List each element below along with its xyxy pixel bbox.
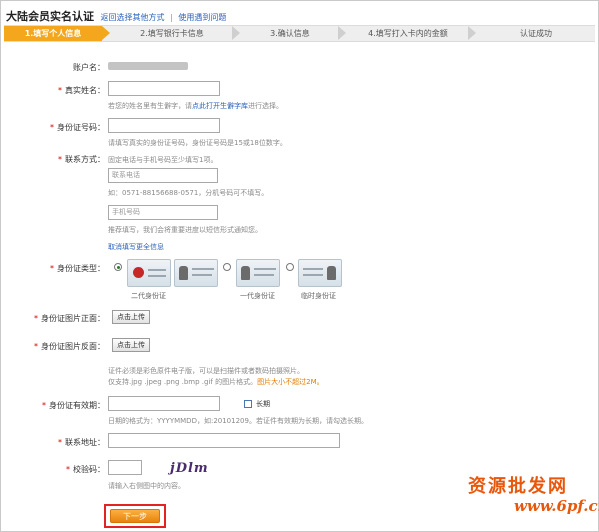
cancel-full-info-link[interactable]: 取消填写更全信息 [108, 242, 164, 252]
required-mark: * [66, 465, 70, 474]
step-3: 3.确认信息 [270, 29, 310, 38]
id-type-label-text: 身份证类型： [57, 264, 105, 273]
step-1-arrow [102, 26, 110, 40]
card-text-line [192, 274, 212, 276]
account-name-masked [108, 62, 188, 70]
id-type-radio-first-gen[interactable] [223, 263, 231, 271]
mobile-input[interactable]: 手机号码 [108, 205, 218, 220]
phone-hint: 如：0571-88156688-0571，分机号码可不填写。 [108, 189, 269, 197]
next-button[interactable]: 下一步 [110, 509, 160, 523]
portrait-icon [241, 266, 250, 280]
id-back-label-text: 身份证图片反面： [41, 342, 105, 351]
address-label: * 联系地址： [20, 437, 105, 448]
captcha-label: * 校验码： [20, 464, 105, 475]
header-separator: | [170, 13, 173, 22]
required-mark: * [34, 314, 38, 323]
upload-hint-line-2: 仅支持.jpg .jpeg .png .bmp .gif 的图片格式。图片大小不… [108, 377, 324, 387]
address-input[interactable] [108, 433, 340, 448]
id-number-input[interactable] [108, 118, 220, 133]
long-term-checkbox[interactable] [244, 400, 252, 408]
card-text-line [254, 268, 276, 270]
watermark-text: 资源批发网 [468, 476, 568, 497]
long-term-label: 长期 [256, 400, 270, 408]
step-1: 1.填写个人信息 [4, 26, 102, 41]
real-name-hint-prefix: 若您的姓名里有生僻字，请 [108, 102, 192, 110]
upload-back-button[interactable]: 点击上传 [112, 338, 150, 352]
account-label: 账户名： [20, 62, 105, 73]
portrait-icon [327, 266, 336, 280]
first-gen-caption: 一代身份证 [240, 292, 275, 300]
upload-hint-line-1: 证件必须是彩色原件电子版，可以是扫描件或者数码拍摄照片。 [108, 367, 304, 375]
step-2: 2.填写银行卡信息 [140, 29, 204, 38]
phone-input[interactable]: 联系电话 [108, 168, 218, 183]
real-name-hint-suffix: 进行选择。 [248, 102, 283, 110]
card-text-line [303, 274, 323, 276]
progress-steps: 1.填写个人信息 2.填写银行卡信息 3.确认信息 4.填写打入卡内的金额 认证… [4, 25, 595, 42]
second-gen-id-back-image [127, 259, 171, 287]
real-name-input[interactable] [108, 81, 220, 96]
step-4-arrow [468, 26, 476, 40]
temporary-caption: 临时身份证 [301, 292, 336, 300]
captcha-image[interactable]: jDlm [170, 461, 210, 477]
upload-size-warning: 图片大小不超过2M。 [257, 378, 324, 386]
captcha-label-text: 校验码： [73, 465, 105, 474]
step-4: 4.填写打入卡内的金额 [368, 29, 448, 38]
required-mark: * [58, 438, 62, 447]
real-name-label: * 真实姓名： [20, 85, 105, 96]
second-gen-id-front-image [174, 259, 218, 287]
card-text-line [148, 275, 166, 277]
required-mark: * [58, 155, 62, 164]
page-header: 大陆会员实名认证 返回选择其他方式 | 使用遇到问题 [6, 8, 226, 23]
real-name-label-text: 真实姓名： [65, 86, 105, 95]
address-label-text: 联系地址： [65, 438, 105, 447]
validity-hint: 日期的格式为：YYYYMMDD，如:20101209。若证件有效期为长期，请勾选… [108, 417, 368, 425]
account-label-text: 账户名： [73, 63, 105, 72]
required-mark: * [42, 401, 46, 410]
id-front-label-text: 身份证图片正面： [41, 314, 105, 323]
id-front-label: * 身份证图片正面： [10, 313, 105, 324]
contact-label: * 联系方式： [20, 154, 105, 165]
help-link[interactable]: 使用遇到问题 [178, 13, 226, 22]
contact-label-text: 联系方式： [65, 155, 105, 164]
required-mark: * [58, 86, 62, 95]
step-5: 认证成功 [520, 29, 552, 38]
back-link[interactable]: 返回选择其他方式 [101, 13, 165, 22]
required-mark: * [34, 342, 38, 351]
id-type-radio-second-gen[interactable] [114, 263, 122, 271]
portrait-icon [179, 266, 188, 280]
page-title: 大陆会员实名认证 [6, 10, 94, 23]
second-gen-caption: 二代身份证 [131, 292, 166, 300]
temporary-id-image [298, 259, 342, 287]
upload-front-button[interactable]: 点击上传 [112, 310, 150, 324]
step-3-arrow [338, 26, 346, 40]
card-text-line [303, 268, 323, 270]
captcha-input[interactable] [108, 460, 142, 475]
watermark-url: www.6pf.cn [514, 497, 599, 515]
first-gen-id-image [236, 259, 280, 287]
upload-format-hint: 仅支持.jpg .jpeg .png .bmp .gif 的图片格式。 [108, 378, 258, 386]
mobile-hint: 推荐填写，我们会将重要进度以短信形式通知您。 [108, 226, 262, 234]
validity-input[interactable] [108, 396, 220, 411]
id-number-label-text: 身份证号码： [57, 123, 105, 132]
step-2-arrow [232, 26, 240, 40]
required-mark: * [50, 264, 54, 273]
id-type-label: * 身份证类型： [20, 263, 105, 274]
card-text-line [254, 274, 274, 276]
next-button-highlight: 下一步 [104, 504, 166, 528]
required-mark: * [50, 123, 54, 132]
validity-label-text: 身份证有效期： [49, 401, 105, 410]
captcha-hint: 请输入右侧图中的内容。 [108, 482, 185, 490]
id-number-hint: 请填写真实的身份证号码，身份证号码是15或18位数字。 [108, 139, 287, 147]
validity-label: * 身份证有效期： [20, 400, 105, 411]
card-text-line [148, 269, 166, 271]
id-type-radio-temporary[interactable] [286, 263, 294, 271]
id-number-label: * 身份证号码： [20, 122, 105, 133]
card-text-line [192, 268, 214, 270]
contact-hint: 固定电话与手机号码至少填写1项。 [108, 156, 218, 164]
real-name-hint: 若您的姓名里有生僻字，请点此打开生僻字库进行选择。 [108, 101, 283, 111]
rare-char-link[interactable]: 点此打开生僻字库 [192, 102, 248, 110]
national-emblem-icon [133, 267, 144, 278]
id-back-label: * 身份证图片反面： [10, 341, 105, 352]
